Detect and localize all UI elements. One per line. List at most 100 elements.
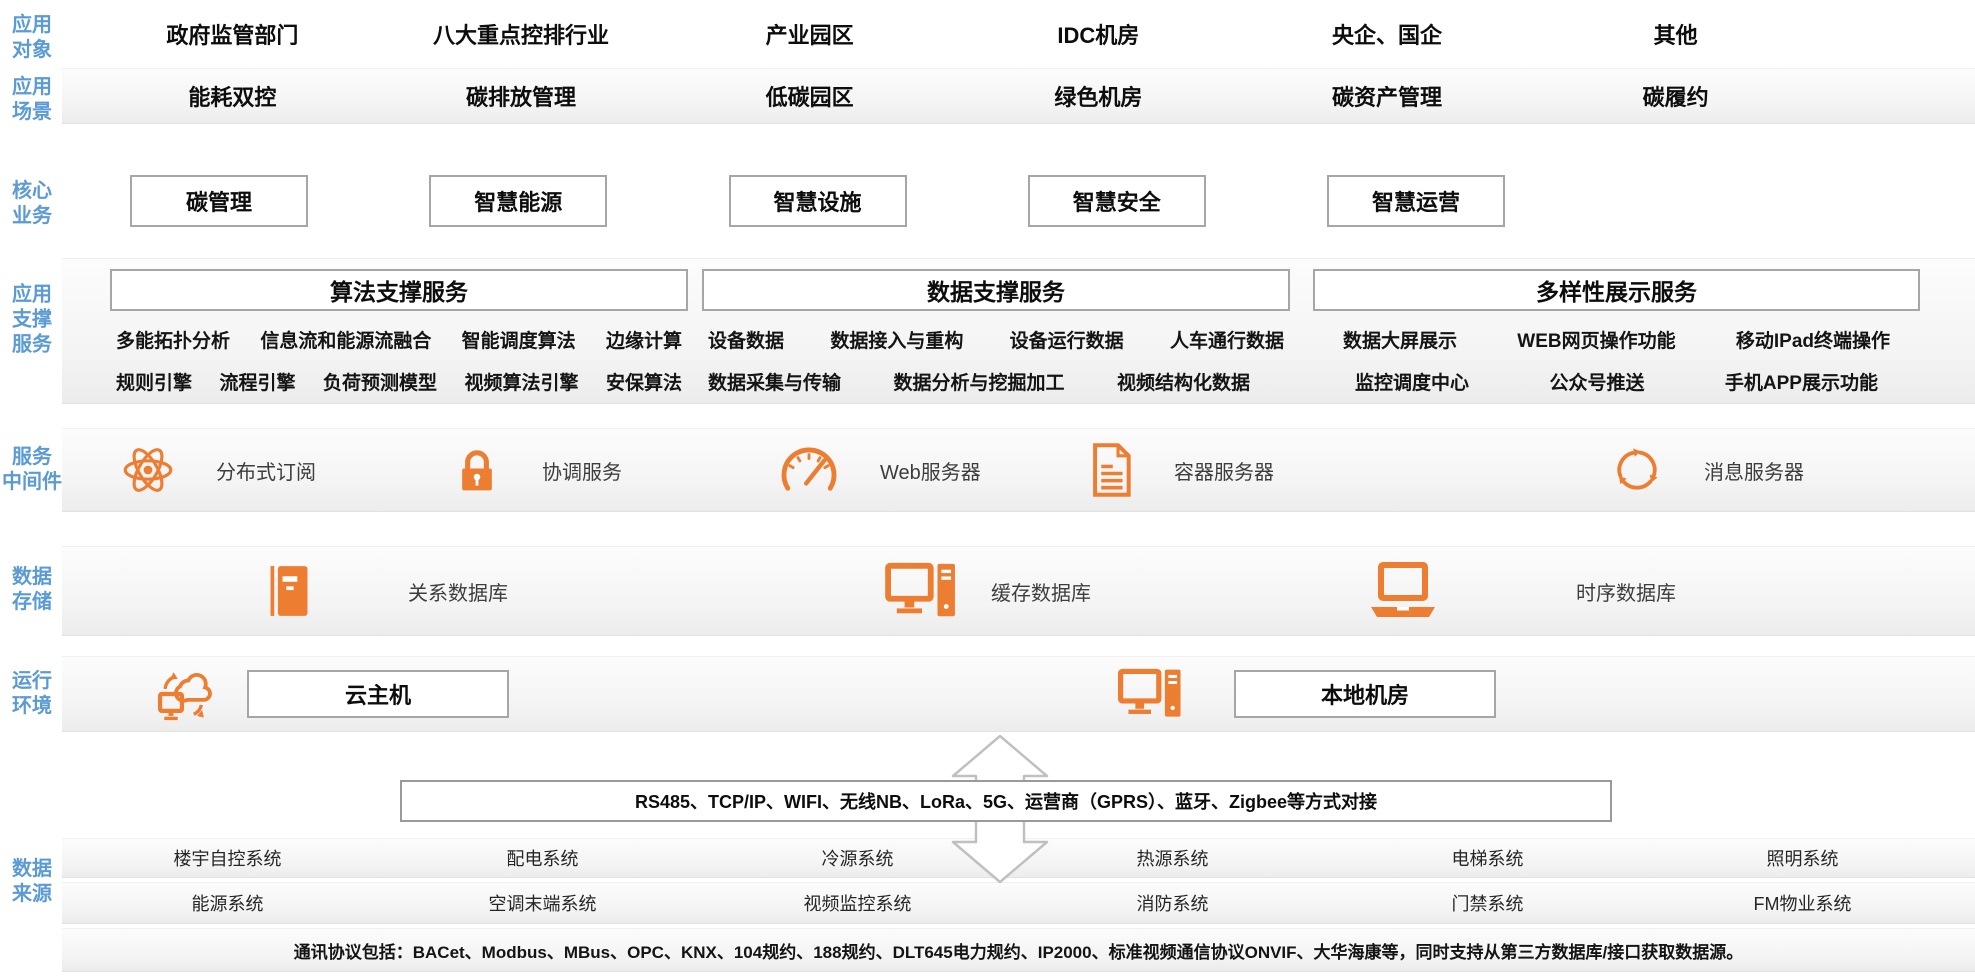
support-item: 视频算法引擎 xyxy=(464,368,578,395)
row-label-middleware: 服务 中间件 xyxy=(0,445,64,495)
middleware-label: 协调服务 xyxy=(542,456,622,485)
band-systems-row2: 能源系统 空调末端系统 视频监控系统 消防系统 门禁系统 FM物业系统 xyxy=(62,882,1975,924)
system-item: 楼宇自控系统 xyxy=(70,845,385,871)
systems-grid-row2: 能源系统 空调末端系统 视频监控系统 消防系统 门禁系统 FM物业系统 xyxy=(70,883,1960,923)
runtime-item: 云主机 xyxy=(155,657,509,731)
row-label-data-storage: 数据 存储 xyxy=(0,565,64,615)
runtime-item: 本地机房 xyxy=(1118,657,1496,731)
support-item: 信息流和能源流融合 xyxy=(260,326,431,353)
storage-item: 关系数据库 xyxy=(265,547,508,635)
row-label-line: 应用 xyxy=(0,75,64,100)
storage-label: 缓存数据库 xyxy=(991,577,1091,606)
core-business-box: 碳管理 xyxy=(130,175,308,227)
application-object-item: 八大重点控排行业 xyxy=(377,18,666,50)
row-label-support-services: 应用 支撑 服务 xyxy=(0,283,64,358)
system-item: 视频监控系统 xyxy=(700,890,1015,916)
row-label-line: 支撑 xyxy=(0,308,64,333)
support-header-box: 算法支撑服务 xyxy=(110,269,688,311)
application-scene-item: 碳资产管理 xyxy=(1243,80,1532,112)
support-item-line: 多能拓扑分析 信息流和能源流融合 智能调度算法 边缘计算 xyxy=(110,326,688,353)
support-item: 移动IPad终端操作 xyxy=(1736,326,1890,353)
row-label-line: 场景 xyxy=(0,100,64,125)
core-business-box: 智慧安全 xyxy=(1028,175,1206,227)
support-item: WEB网页操作功能 xyxy=(1517,326,1675,353)
middleware-item: 容器服务器 xyxy=(1088,429,1274,511)
support-header-box: 多样性展示服务 xyxy=(1313,269,1920,311)
application-object-item: IDC机房 xyxy=(954,18,1243,50)
support-item-line: 设备数据 数据接入与重构 设备运行数据 人车通行数据 xyxy=(702,326,1290,353)
application-scene-item: 能耗双控 xyxy=(88,80,377,112)
system-item: 照明系统 xyxy=(1645,845,1960,871)
middleware-label: 消息服务器 xyxy=(1704,456,1804,485)
desktop-pc-icon xyxy=(1118,666,1184,722)
band-middleware: 分布式订阅 协调服务 Web服务器 容器服务器 消息服务器 xyxy=(62,428,1975,512)
band-runtime-env: 云主机 本地机房 xyxy=(62,656,1975,732)
architecture-diagram: 应用 对象 应用 场景 核心 业务 应用 支撑 服务 服务 中间件 数据 存储 … xyxy=(0,0,1975,978)
core-business-box: 智慧设施 xyxy=(729,175,907,227)
atom-icon xyxy=(120,442,176,498)
support-item: 数据分析与挖掘加工 xyxy=(893,368,1064,395)
row-label-data-sources: 数据 来源 xyxy=(0,857,64,907)
row-label-line: 核心 xyxy=(0,179,64,204)
system-item: 能源系统 xyxy=(70,890,385,916)
row-label-line: 应用 xyxy=(0,283,64,308)
support-item-line: 监控调度中心 公众号推送 手机APP展示功能 xyxy=(1313,368,1920,395)
row-label-line: 来源 xyxy=(0,882,64,907)
middleware-item: 消息服务器 xyxy=(1610,429,1804,511)
row-label-line: 对象 xyxy=(0,38,64,63)
support-item-line: 规则引擎 流程引擎 负荷预测模型 视频算法引擎 安保算法 xyxy=(110,368,688,395)
core-business-box: 智慧运营 xyxy=(1327,175,1505,227)
application-objects-grid: 政府监管部门 八大重点控排行业 产业园区 IDC机房 央企、国企 其他 xyxy=(88,4,1820,64)
row-label-line: 服务 xyxy=(0,445,64,470)
band-data-storage: 关系数据库 缓存数据库 时序数据库 xyxy=(62,546,1975,636)
application-scene-item: 碳排放管理 xyxy=(377,80,666,112)
connectivity-box: RS485、TCP/IP、WIFI、无线NB、LoRa、5G、运营商（GPRS）… xyxy=(400,780,1612,822)
middleware-label: 容器服务器 xyxy=(1174,456,1274,485)
support-item: 边缘计算 xyxy=(606,326,682,353)
application-scenes-grid: 能耗双控 碳排放管理 低碳园区 绿色机房 碳资产管理 碳履约 xyxy=(88,69,1820,123)
row-label-line: 应用 xyxy=(0,13,64,38)
document-icon xyxy=(1088,441,1134,499)
row-label-line: 业务 xyxy=(0,204,64,229)
middleware-item: 协调服务 xyxy=(452,429,622,511)
row-label-line: 数据 xyxy=(0,565,64,590)
system-item: FM物业系统 xyxy=(1645,890,1960,916)
support-item: 规则引擎 xyxy=(116,368,192,395)
support-item: 手机APP展示功能 xyxy=(1725,368,1878,395)
support-header-box: 数据支撑服务 xyxy=(702,269,1290,311)
middleware-item: Web服务器 xyxy=(778,429,981,511)
support-item: 智能调度算法 xyxy=(462,326,576,353)
support-item: 数据大屏展示 xyxy=(1343,326,1457,353)
storage-label: 时序数据库 xyxy=(1576,577,1676,606)
middleware-label: Web服务器 xyxy=(880,456,981,485)
application-object-item: 其他 xyxy=(1531,18,1820,50)
system-item: 门禁系统 xyxy=(1330,890,1645,916)
band-core-business: 碳管理 智慧能源 智慧设施 智慧安全 智慧运营 xyxy=(62,150,1975,252)
protocol-note: 通讯协议包括：BACet、Modbus、MBus、OPC、KNX、104规约、1… xyxy=(62,929,1975,971)
cloud-host-icon xyxy=(155,663,219,725)
support-item: 监控调度中心 xyxy=(1355,368,1469,395)
middleware-item: 分布式订阅 xyxy=(120,429,316,511)
support-col-data: 数据支撑服务 设备数据 数据接入与重构 设备运行数据 人车通行数据 数据采集与传… xyxy=(702,269,1290,395)
row-label-line: 环境 xyxy=(0,694,64,719)
support-item: 数据采集与传输 xyxy=(708,368,841,395)
band-application-objects: 政府监管部门 八大重点控排行业 产业园区 IDC机房 央企、国企 其他 xyxy=(62,4,1975,64)
system-item: 电梯系统 xyxy=(1330,845,1645,871)
row-label-line: 数据 xyxy=(0,857,64,882)
band-application-scenes: 能耗双控 碳排放管理 低碳园区 绿色机房 碳资产管理 碳履约 xyxy=(62,68,1975,124)
system-item: 空调末端系统 xyxy=(385,890,700,916)
support-item: 安保算法 xyxy=(606,368,682,395)
row-label-line: 服务 xyxy=(0,333,64,358)
support-item: 公众号推送 xyxy=(1549,368,1644,395)
core-business-box: 智慧能源 xyxy=(429,175,607,227)
application-scene-item: 低碳园区 xyxy=(665,80,954,112)
application-scene-item: 绿色机房 xyxy=(954,80,1243,112)
support-item-line: 数据大屏展示 WEB网页操作功能 移动IPad终端操作 xyxy=(1313,326,1920,353)
support-col-algorithm: 算法支撑服务 多能拓扑分析 信息流和能源流融合 智能调度算法 边缘计算 规则引擎… xyxy=(110,269,688,395)
band-support-services: 算法支撑服务 多能拓扑分析 信息流和能源流融合 智能调度算法 边缘计算 规则引擎… xyxy=(62,258,1975,404)
support-item: 设备数据 xyxy=(708,326,784,353)
row-label-core-business: 核心 业务 xyxy=(0,179,64,229)
support-item: 设备运行数据 xyxy=(1010,326,1124,353)
lock-icon xyxy=(452,443,502,497)
application-scene-item: 碳履约 xyxy=(1531,80,1820,112)
